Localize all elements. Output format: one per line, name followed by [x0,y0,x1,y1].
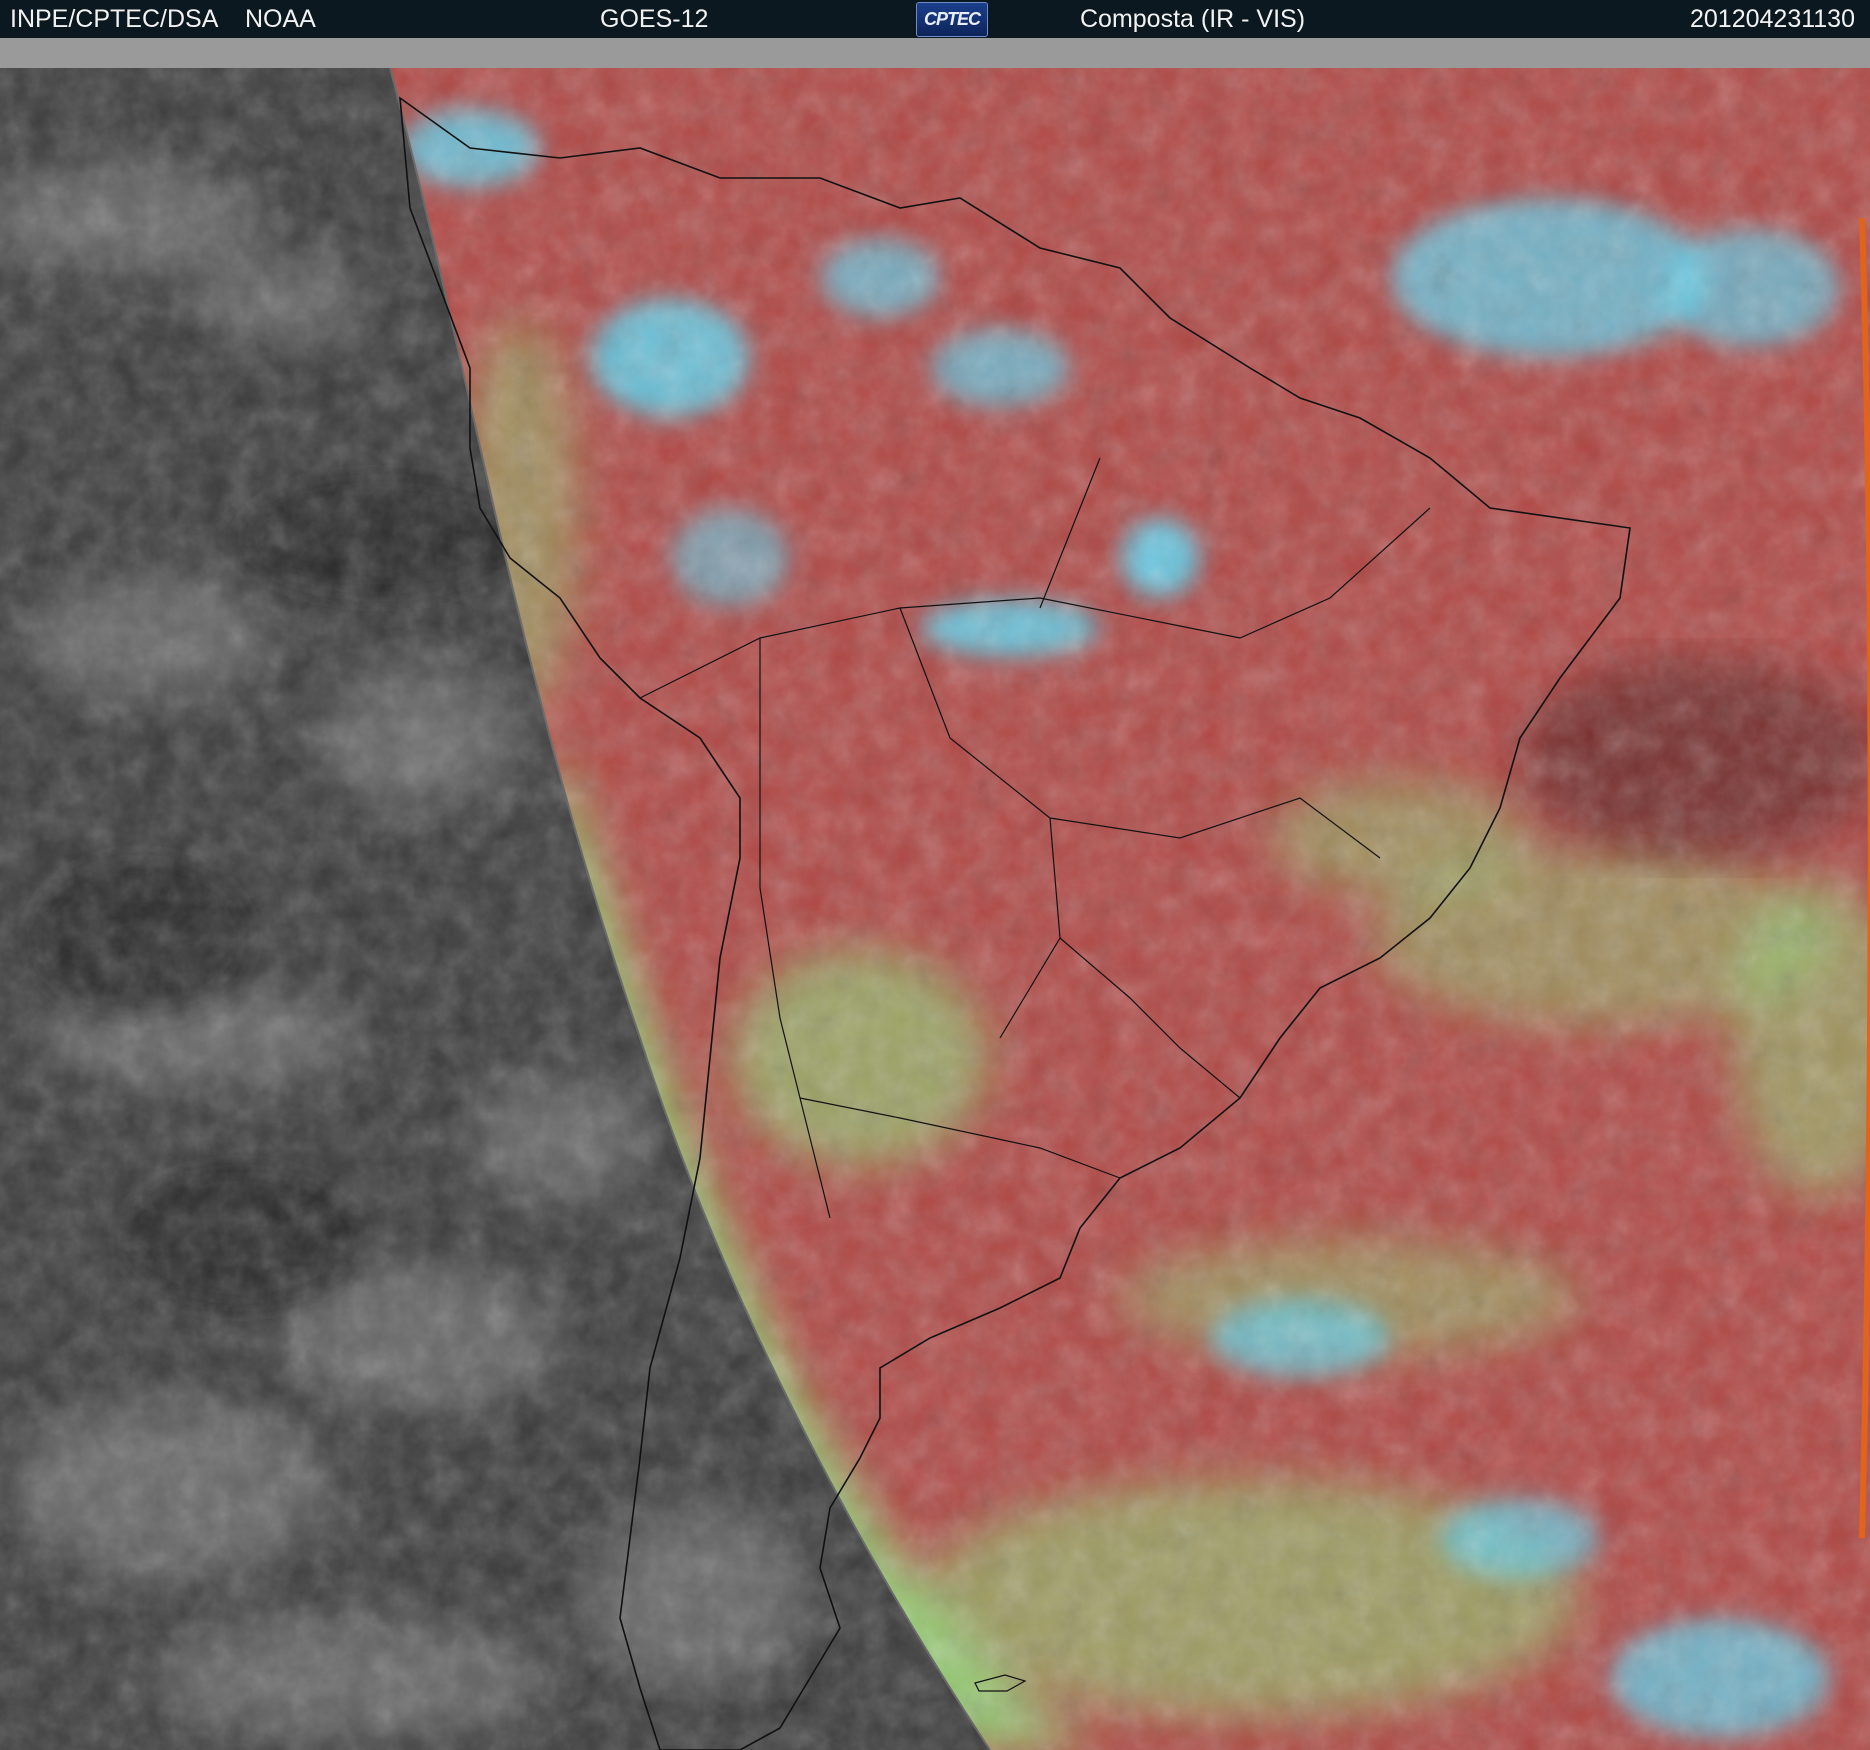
image-header-bar: INPE/CPTEC/DSA NOAA GOES-12 CPTEC Compos… [0,0,1870,38]
cptec-logo: CPTEC [916,2,988,37]
provider-label: NOAA [245,5,316,33]
timestamp-label: 201204231130 [1690,5,1855,33]
satellite-composite-image [0,38,1870,1750]
product-label: Composta (IR - VIS) [1080,5,1306,33]
satellite-label: GOES-12 [600,5,709,33]
agency-label: INPE/CPTEC/DSA [10,5,219,33]
